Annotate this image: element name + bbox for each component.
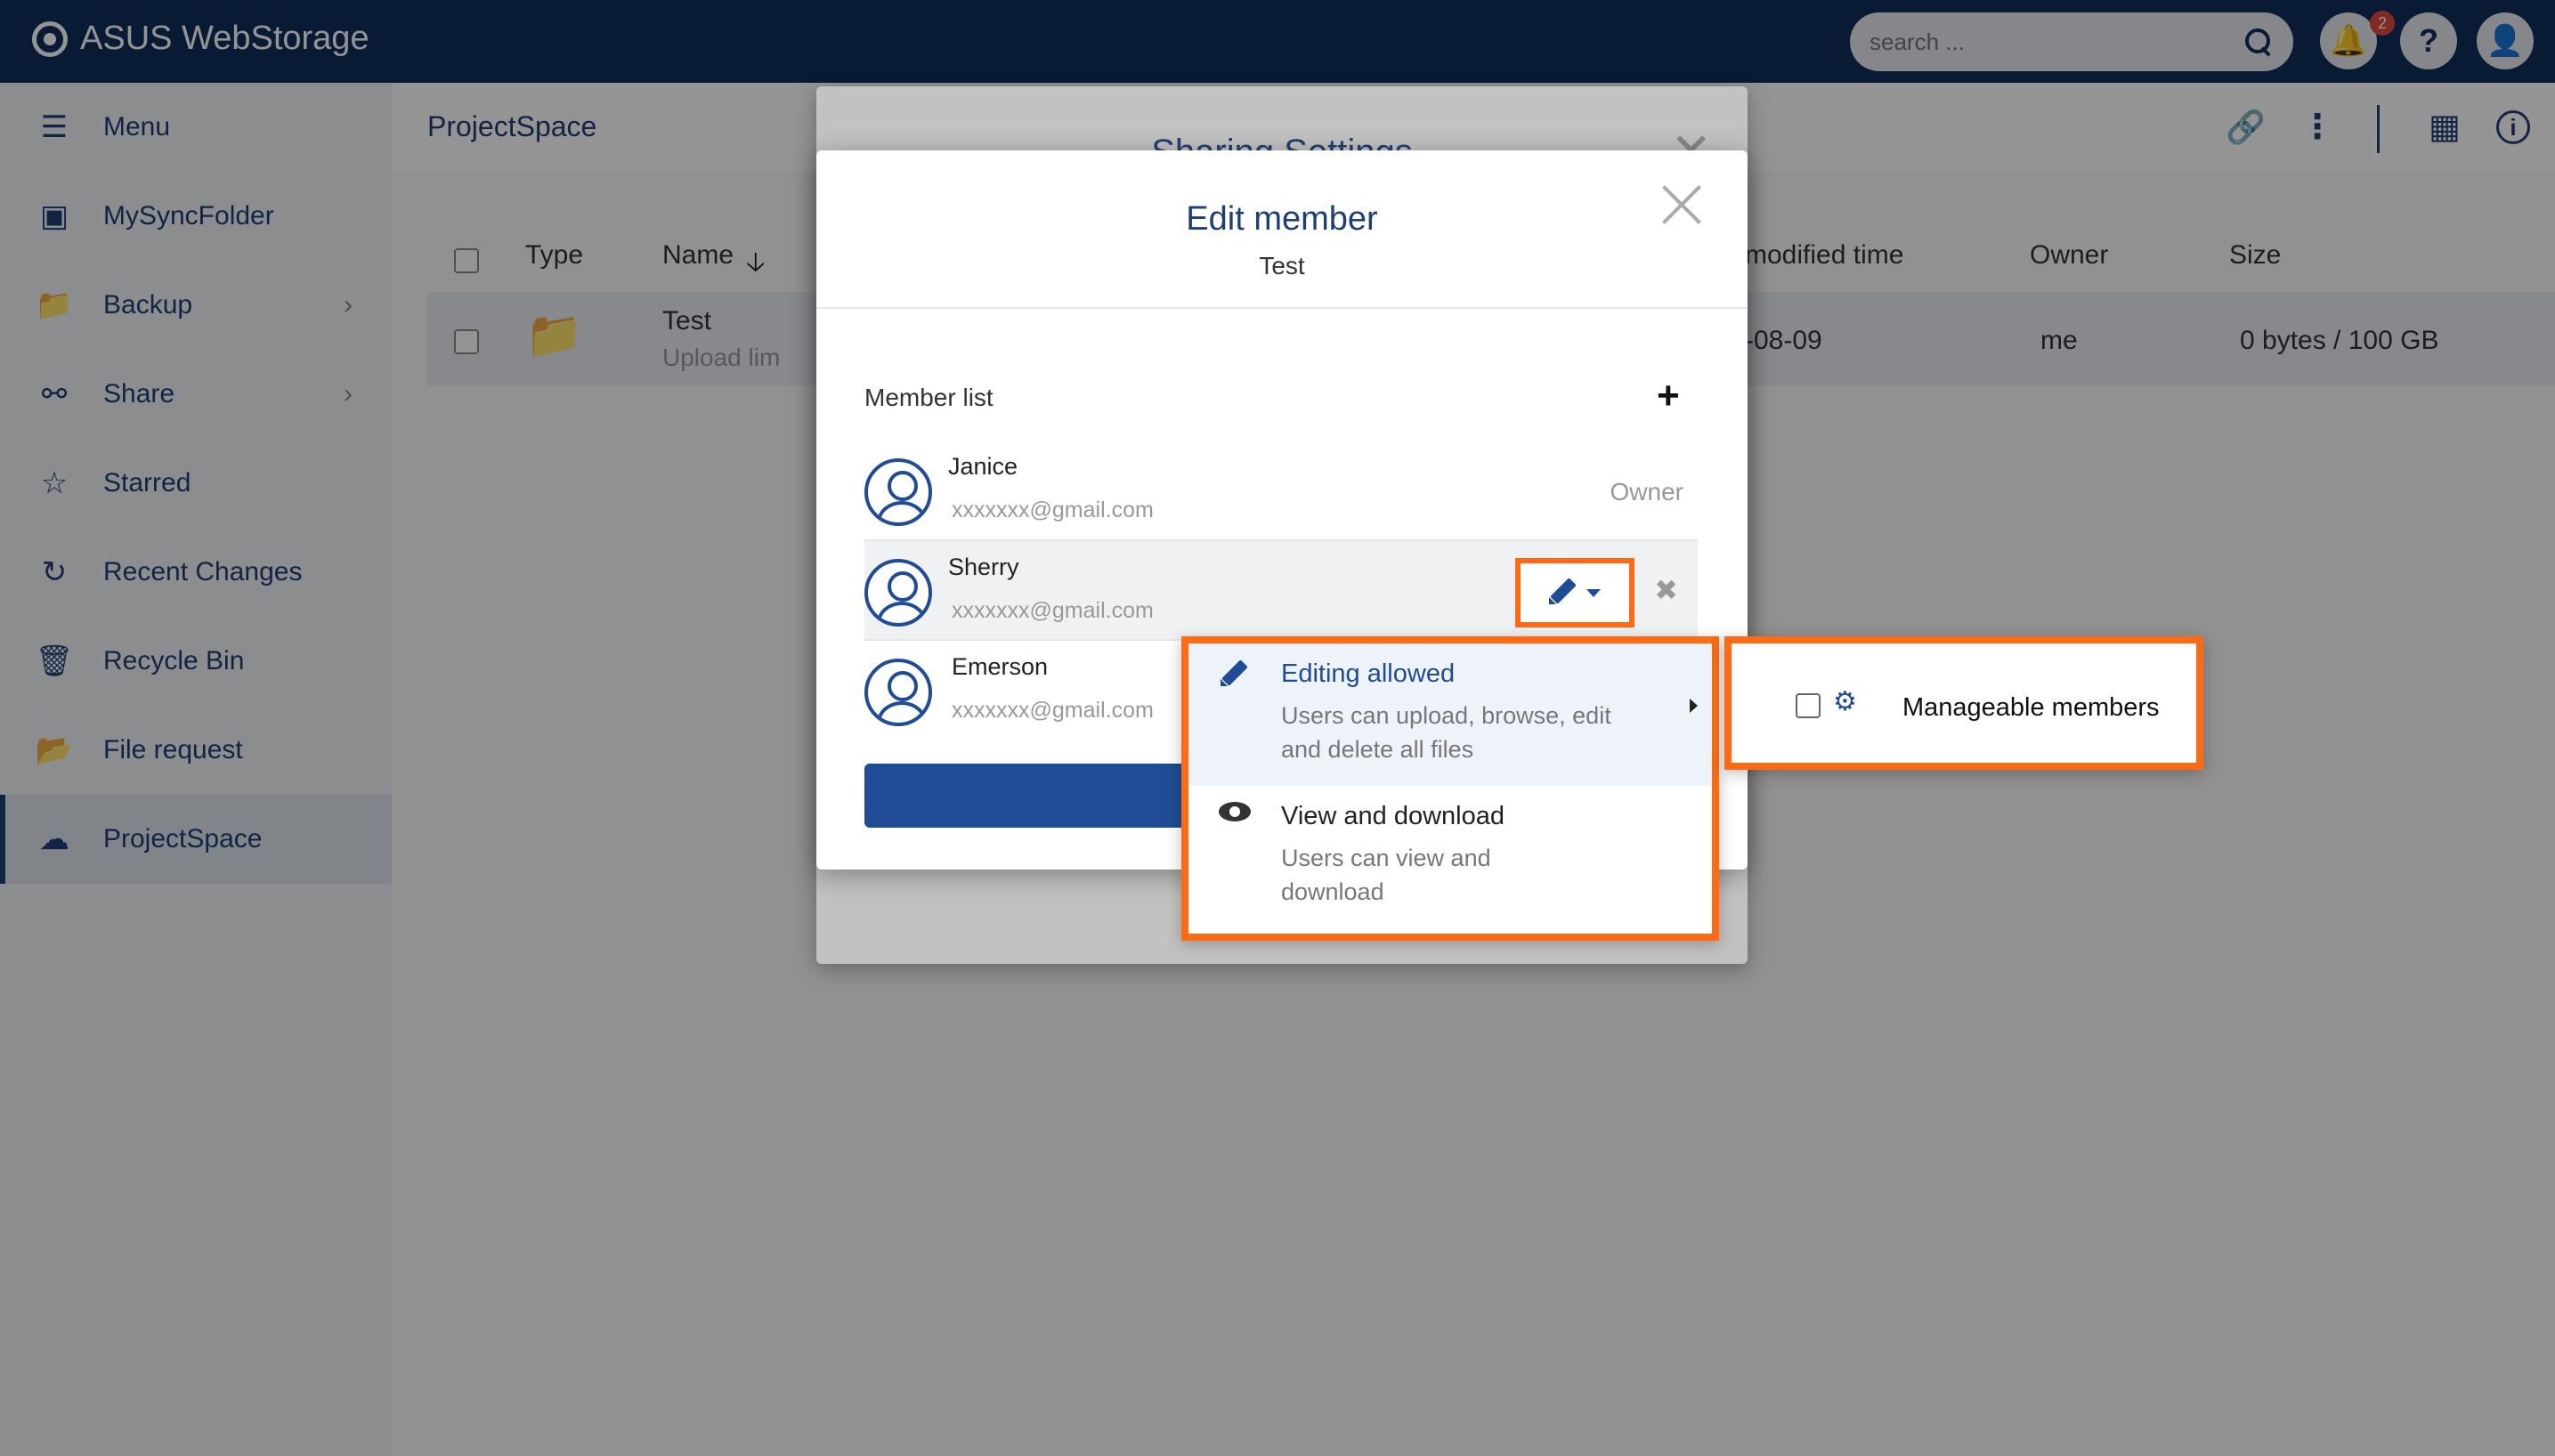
chevron-down-icon bbox=[1586, 588, 1601, 597]
pencil-icon bbox=[1549, 579, 1576, 606]
pencil-icon bbox=[1221, 661, 1247, 688]
menu-item-title: View and download bbox=[1281, 802, 1505, 830]
manageable-members-label[interactable]: Manageable members bbox=[1902, 693, 2160, 723]
close-icon[interactable] bbox=[1660, 182, 1703, 225]
eye-icon bbox=[1219, 802, 1251, 821]
avatar bbox=[864, 458, 932, 526]
dialog-subtitle: Test bbox=[1259, 252, 1305, 279]
avatar bbox=[864, 559, 932, 627]
menu-item-description: Users can view and download bbox=[1281, 845, 1491, 905]
manageable-members-checkbox[interactable] bbox=[1796, 693, 1821, 718]
avatar bbox=[864, 659, 932, 726]
dialog-title: Edit member bbox=[1186, 200, 1378, 238]
permission-dropdown-button[interactable] bbox=[1515, 558, 1634, 627]
add-member-button[interactable]: + bbox=[1657, 376, 1680, 416]
member-name: Janice bbox=[948, 453, 1018, 480]
permission-menu: Editing allowed Users can upload, browse… bbox=[1181, 636, 1719, 941]
member-list-label: Member list bbox=[864, 384, 994, 411]
dialog-divider bbox=[816, 307, 1748, 309]
menu-item-description: Users can upload, browse, edit and delet… bbox=[1281, 702, 1611, 763]
manage-submenu: ⚙ Manageable members bbox=[1724, 636, 2203, 770]
member-email: xxxxxxx@gmail.com bbox=[952, 598, 1154, 623]
member-email: xxxxxxx@gmail.com bbox=[952, 497, 1154, 522]
member-role: Owner bbox=[1610, 478, 1683, 506]
member-name: Emerson bbox=[952, 653, 1049, 680]
member-name: Sherry bbox=[948, 554, 1019, 580]
member-row-janice: Janice xxxxxxx@gmail.com Owner bbox=[864, 441, 1698, 538]
chevron-right-icon bbox=[1690, 699, 1698, 713]
menu-item-view-download[interactable]: View and download Users can view and dow… bbox=[1188, 786, 1712, 934]
menu-item-title: Editing allowed bbox=[1281, 659, 1456, 688]
menu-item-editing-allowed[interactable]: Editing allowed Users can upload, browse… bbox=[1188, 643, 1712, 786]
folder-gear-icon: ⚙ bbox=[1833, 687, 1857, 716]
remove-member-icon[interactable]: ✖ bbox=[1654, 573, 1678, 607]
member-email: xxxxxxx@gmail.com bbox=[952, 698, 1154, 723]
